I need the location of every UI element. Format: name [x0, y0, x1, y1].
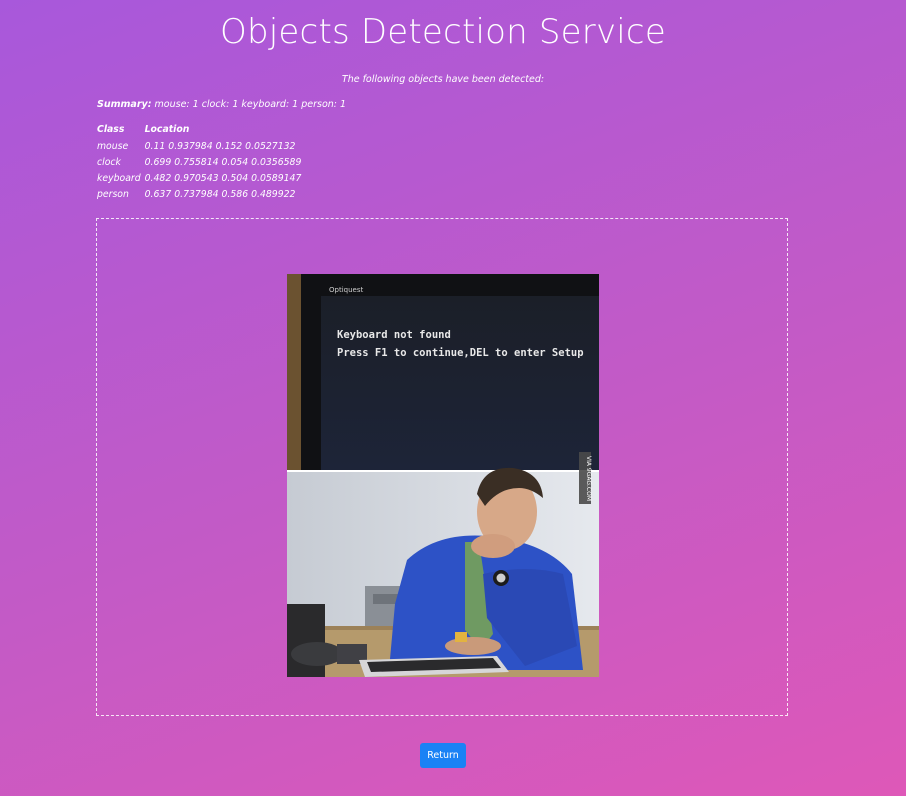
page-title: Objects Detection Service: [220, 12, 666, 52]
summary-text: mouse: 1 clock: 1 keyboard: 1 person: 1: [154, 99, 347, 110]
detection-intro-text: The following objects have been detected…: [341, 74, 545, 85]
table-row: keyboard 0.482 0.970543 0.504 0.0589147: [95, 170, 303, 186]
summary-label: Summary:: [97, 99, 152, 110]
row-class: person: [97, 189, 129, 200]
table-header-row: Class Location: [95, 123, 303, 138]
table-row: person 0.637 0.737984 0.586 0.489922: [95, 186, 303, 202]
detection-summary: Summary: mouse: 1 clock: 1 keyboard: 1 p…: [97, 99, 346, 110]
row-location: 0.482 0.970543 0.504 0.0589147: [144, 173, 302, 184]
detections-table: Class Location mouse 0.11 0.937984 0.152…: [95, 123, 303, 202]
row-location: 0.637 0.737984 0.586 0.489922: [144, 189, 296, 200]
row-class: keyboard: [97, 173, 141, 184]
detected-image: Optiquest Keyboard not found Press F1 to…: [287, 274, 599, 677]
table-row: clock 0.699 0.755814 0.054 0.0356589: [95, 154, 303, 170]
row-class: mouse: [97, 141, 129, 152]
screen-line-1: Keyboard not found: [337, 329, 451, 341]
row-class: clock: [97, 157, 121, 168]
column-header-location: Location: [144, 124, 190, 135]
monitor-brand: Optiquest: [329, 286, 363, 294]
column-header-class: Class: [97, 124, 125, 135]
table-row: mouse 0.11 0.937984 0.152 0.0527132: [95, 138, 303, 154]
row-location: 0.699 0.755814 0.054 0.0356589: [144, 157, 302, 168]
return-button[interactable]: Return: [420, 743, 466, 768]
meme-photo: Optiquest Keyboard not found Press F1 to…: [287, 274, 599, 677]
screen-line-2: Press F1 to continue,DEL to enter Setup: [337, 347, 584, 359]
row-location: 0.11 0.937984 0.152 0.0527132: [144, 141, 296, 152]
image-watermark: VIA 9GAG.COM: [585, 456, 592, 501]
